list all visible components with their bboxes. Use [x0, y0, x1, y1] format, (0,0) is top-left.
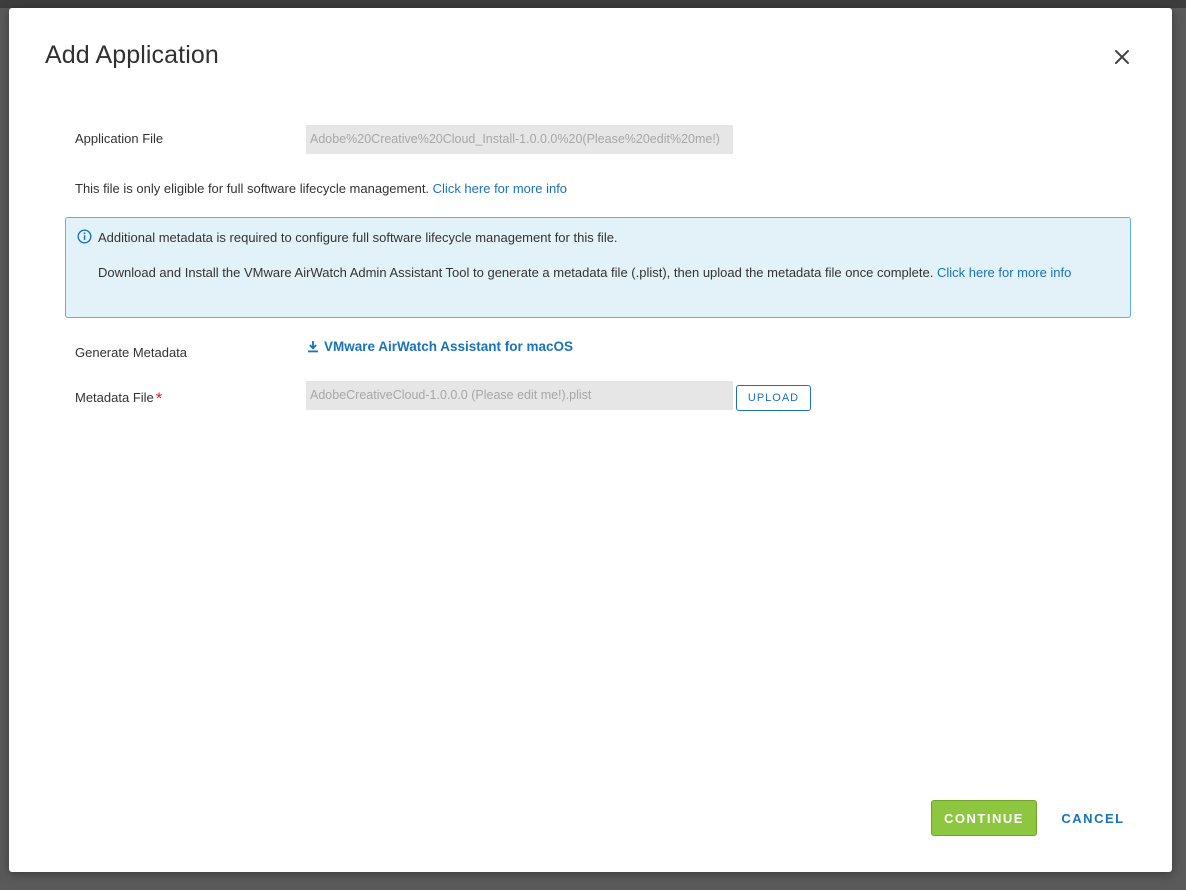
close-button[interactable]	[1111, 46, 1133, 68]
airwatch-assistant-link-text: VMware AirWatch Assistant for macOS	[324, 339, 574, 354]
eligibility-text: This file is only eligible for full soft…	[75, 181, 433, 196]
required-marker: *	[155, 389, 163, 408]
eligibility-more-info-link[interactable]: Click here for more info	[433, 181, 567, 196]
cancel-button[interactable]: CANCEL	[1054, 800, 1132, 836]
generate-metadata-label: Generate Metadata	[75, 345, 188, 360]
download-icon	[308, 341, 318, 353]
info-icon	[77, 229, 92, 244]
application-file-field: Adobe%20Creative%20Cloud_Install-1.0.0.0…	[306, 125, 733, 154]
application-file-label: Application File	[75, 131, 164, 146]
metadata-file-label: Metadata File *	[75, 387, 163, 408]
upload-button[interactable]: UPLOAD	[736, 385, 811, 411]
add-application-dialog: Add Application Application File Adobe%2…	[9, 8, 1172, 872]
continue-button[interactable]: CONTINUE	[931, 800, 1037, 836]
metadata-info-alert: Additional metadata is required to confi…	[65, 217, 1131, 318]
metadata-file-field[interactable]: AdobeCreativeCloud-1.0.0.0 (Please edit …	[306, 381, 733, 410]
info-more-info-link[interactable]: Click here for more info	[937, 265, 1071, 280]
metadata-file-label-text: Metadata File	[75, 390, 154, 405]
airwatch-assistant-download-link[interactable]: VMware AirWatch Assistant for macOS	[307, 339, 573, 354]
close-icon	[1115, 50, 1129, 64]
dialog-title: Add Application	[45, 41, 219, 69]
info-message-secondary: Download and Install the VMware AirWatch…	[98, 264, 1118, 282]
info-message-text: Download and Install the VMware AirWatch…	[98, 265, 937, 280]
eligibility-message: This file is only eligible for full soft…	[75, 181, 567, 196]
backdrop-strip	[0, 0, 1186, 8]
info-message-primary: Additional metadata is required to confi…	[98, 230, 618, 245]
